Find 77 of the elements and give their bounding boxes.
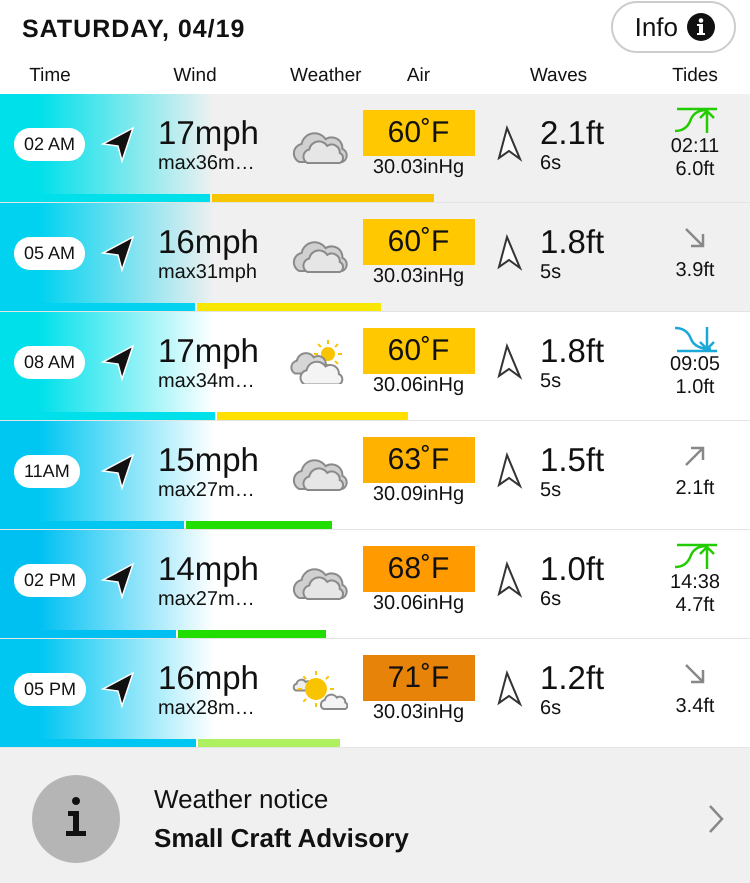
- air-temperature: 60˚F: [362, 110, 474, 156]
- info-icon: [686, 12, 716, 42]
- wave-arrow-icon: [494, 125, 522, 163]
- wind-gust: max27m…: [158, 478, 256, 502]
- tide-time: 14:38: [670, 571, 720, 594]
- wind-speed: 16mph: [158, 658, 260, 696]
- wind-gust: max31mph: [158, 260, 258, 284]
- wind-arrow-icon: [100, 451, 136, 491]
- wind-speed: 17mph: [158, 332, 260, 370]
- column-header: Weather: [290, 65, 360, 87]
- wind-arrow-icon: [100, 342, 136, 382]
- notice-title: Small Craft Advisory: [154, 822, 410, 854]
- wave-period: 6s: [540, 152, 562, 174]
- air-pressure: 30.03inHg: [372, 264, 464, 288]
- wave-period: 5s: [540, 370, 562, 392]
- notice-label: Weather notice: [154, 784, 330, 814]
- tide-height: 1.0ft: [676, 376, 714, 399]
- air-pressure: 30.06inHg: [372, 374, 464, 396]
- wind-arrow-icon: [100, 560, 136, 600]
- air-pressure: 30.03inHg: [372, 156, 464, 178]
- wind-gust: max27m…: [158, 588, 256, 610]
- wave-height: 2.1ft: [540, 114, 606, 152]
- notice-banner[interactable]: Weather notice Small Craft Advisory: [0, 748, 750, 883]
- air-temperature: 60˚F: [362, 218, 474, 264]
- wind-arrow-icon: [100, 124, 136, 164]
- column-header: Wind: [172, 65, 218, 87]
- time-label: 02 PM: [14, 564, 86, 596]
- tide-time: 09:05: [670, 353, 720, 376]
- wind-arrow-icon: [100, 669, 136, 709]
- tide-height: 4.7ft: [676, 594, 714, 617]
- wind-speed: 17mph: [158, 114, 260, 152]
- time-label: 02 AM: [14, 128, 86, 160]
- air-pressure: 30.03inHg: [372, 700, 464, 724]
- wave-arrow-icon: [494, 234, 522, 272]
- tide-height: 2.1ft: [676, 476, 714, 500]
- time-label: 11AM: [14, 454, 80, 488]
- column-header: Time: [28, 65, 72, 87]
- wave-arrow-icon: [494, 452, 522, 490]
- wind-speed: 16mph: [158, 222, 260, 260]
- wind-gust: max28m…: [158, 696, 256, 720]
- wave-period: 5s: [540, 478, 562, 502]
- wave-arrow-icon: [494, 561, 522, 599]
- wave-arrow-icon: [494, 670, 522, 708]
- wind-speed: 15mph: [158, 440, 260, 478]
- wave-height: 1.8ft: [540, 332, 606, 370]
- time-label: 05 AM: [14, 236, 86, 270]
- wave-height: 1.8ft: [540, 222, 606, 260]
- chevron-right-icon: [706, 802, 726, 834]
- time-label: 05 PM: [14, 672, 86, 706]
- wind-gust: max34m…: [158, 370, 256, 392]
- time-label: 08 AM: [14, 346, 86, 378]
- air-temperature: 63˚F: [362, 436, 474, 482]
- column-header: Air: [406, 65, 432, 87]
- tide-time: 02:11: [670, 135, 720, 158]
- air-temperature: 71˚F: [362, 654, 474, 700]
- date-title: SATURDAY, 04/19: [22, 14, 246, 44]
- wave-period: 5s: [540, 260, 562, 284]
- air-temperature: 68˚F: [362, 546, 474, 592]
- tide-height: 3.9ft: [676, 258, 714, 282]
- air-temperature: 60˚F: [362, 328, 474, 374]
- wave-arrow-icon: [494, 343, 522, 381]
- air-pressure: 30.06inHg: [372, 592, 464, 614]
- wave-period: 6s: [540, 696, 562, 720]
- info-button[interactable]: Info: [610, 1, 736, 53]
- column-header: Tides: [671, 65, 719, 87]
- tide-height: 3.4ft: [676, 694, 714, 718]
- info-icon: [32, 774, 120, 862]
- wind-speed: 14mph: [158, 550, 260, 588]
- air-pressure: 30.09inHg: [372, 482, 464, 506]
- wave-period: 6s: [540, 588, 562, 610]
- wave-height: 1.0ft: [540, 550, 606, 588]
- wave-height: 1.2ft: [540, 658, 606, 696]
- wind-gust: max36m…: [158, 152, 256, 174]
- wave-height: 1.5ft: [540, 440, 606, 478]
- column-header: Waves: [528, 65, 588, 87]
- tide-height: 6.0ft: [676, 158, 714, 181]
- wind-arrow-icon: [100, 233, 136, 273]
